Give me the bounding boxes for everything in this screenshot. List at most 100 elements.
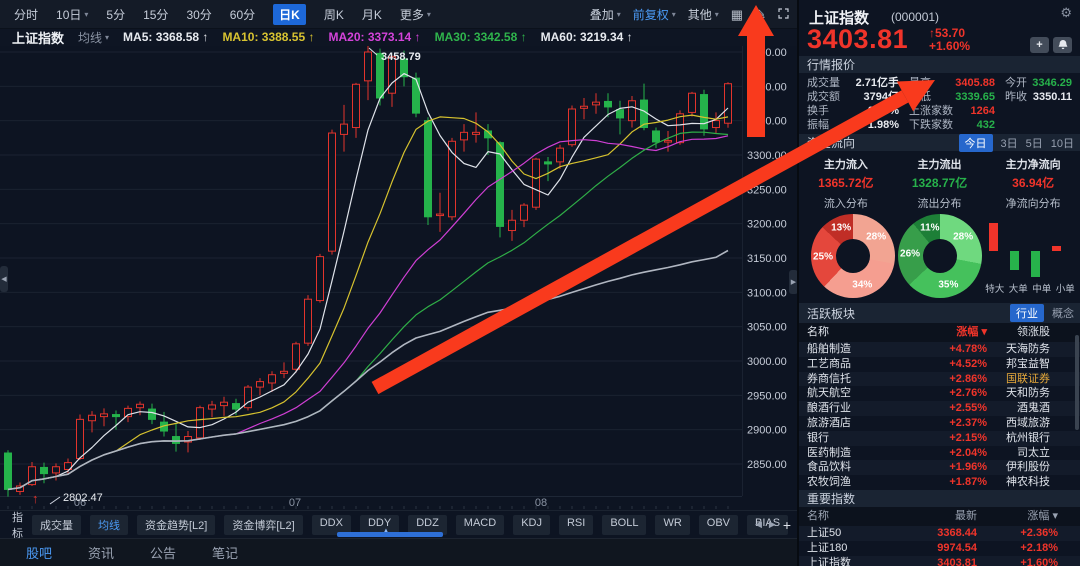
indicator-bar-right: ◀ ▶ +: [755, 517, 791, 533]
quote-label: 成交额: [807, 91, 840, 103]
quote-label: 今开: [1005, 77, 1027, 89]
quote-value: 3405.88: [955, 77, 995, 89]
sector-tabs: 行业 概念: [1010, 304, 1074, 322]
net-flow-bar: [1052, 246, 1061, 251]
net-flow-bar: [1031, 251, 1040, 277]
indicator-资金博弈[L2][interactable]: 资金博弈[L2]: [224, 514, 303, 535]
section-indices: 重要指数: [799, 489, 1080, 507]
quote-value: 2.71亿手: [855, 77, 899, 89]
collapse-left-handle[interactable]: ◀: [0, 266, 8, 292]
quote-value: 0.93%: [867, 105, 899, 117]
svg-text:3350.00: 3350.00: [747, 116, 787, 128]
net-flow-bar: [1010, 251, 1019, 270]
svg-text:3200.00: 3200.00: [747, 219, 787, 231]
scroll-right-icon[interactable]: ▶: [769, 519, 776, 530]
svg-text:3458.79: 3458.79: [381, 51, 421, 63]
distribution-labels: 流入分布 流出分布 净流向分布: [799, 191, 1080, 211]
net-flow-category: 特大: [985, 284, 1005, 295]
fund-flow-stats: 主力流入 1365.72亿 主力流出 1328.77亿 主力净流向 36.94亿: [799, 151, 1080, 191]
bell-icon: [1058, 39, 1067, 49]
index-row[interactable]: 上证指数 3403.81 +1.60%: [799, 555, 1080, 566]
svg-text:3450.00: 3450.00: [747, 47, 787, 59]
section-sectors: 活跃板块 行业 概念: [799, 303, 1080, 323]
indicator-RSI[interactable]: RSI: [558, 514, 594, 535]
quote-label: 振幅: [807, 119, 829, 131]
quote-value: 432: [976, 119, 995, 131]
flow-stat: 主力流入 1365.72亿: [818, 159, 874, 190]
quote-value: 3346.29: [1032, 77, 1072, 89]
add-indicator-button[interactable]: +: [783, 517, 791, 533]
alert-bell-button[interactable]: [1053, 37, 1072, 53]
sector-row[interactable]: 医药制造 +2.04% 司太立: [799, 446, 1080, 461]
flow-stat: 主力净流向 36.94亿: [1005, 159, 1061, 190]
flow-stat: 主力流出 1328.77亿: [911, 159, 968, 190]
sector-row[interactable]: 工艺商品 +4.52% 邦宝益智: [799, 357, 1080, 372]
scrollbar-handle-icon: ▲: [383, 528, 389, 534]
distribution-label: 流入分布: [823, 198, 868, 210]
net-flow-category: 中单: [1032, 284, 1052, 295]
quote-label: 换手: [807, 105, 829, 117]
tab-公告[interactable]: 公告: [146, 543, 180, 562]
donut-slice-label: 34%: [852, 279, 873, 291]
indicator-BOLL[interactable]: BOLL: [602, 514, 647, 535]
quote-label: 最高: [909, 77, 931, 89]
sector-row[interactable]: 银行 +2.15% 杭州银行: [799, 430, 1080, 446]
indicator-资金趋势[L2][interactable]: 资金趋势[L2]: [137, 514, 216, 535]
quote-label: 最低: [909, 91, 931, 103]
indicator-WR[interactable]: WR: [655, 514, 690, 535]
svg-text:3300.00: 3300.00: [747, 150, 787, 162]
index-row[interactable]: 上证50 3368.44 +2.36%: [799, 525, 1080, 541]
indicator-均线[interactable]: 均线: [90, 514, 128, 535]
donut-slice-label: 28%: [866, 231, 887, 243]
indicator-OBV[interactable]: OBV: [698, 514, 739, 535]
quote-grid: 成交量 2.71亿手 最高 3405.88 今开 3346.29 成交额 3794亿 最低 333…: [799, 73, 1080, 132]
indicator-MACD[interactable]: MACD: [455, 514, 505, 535]
distribution-label: 流出分布: [917, 198, 962, 210]
fund-flow-charts: 28% 34% 25% 13% 28% 35% 26% 11% 特大 大单 中单 小单: [799, 211, 1080, 303]
candlestick-chart[interactable]: 3450.00 3400.00 3350.00 3300.00 3250.00 3200.…: [0, 0, 797, 510]
quote-label: 下跌家数: [909, 119, 953, 131]
indices-table: 上证50 3368.44 +2.36% 上证180 9974.54 +2.18% 上证指数 3…: [799, 525, 1080, 566]
sector-tab-概念[interactable]: 概念: [1052, 305, 1074, 321]
gear-icon[interactable]: ⚙: [1060, 5, 1072, 21]
flow-tab-3日[interactable]: 3日: [1001, 135, 1018, 151]
quote-label: 成交量: [807, 77, 840, 89]
sector-row[interactable]: 航天航空 +2.76% 天和防务: [799, 386, 1080, 401]
donut-slice-label: 13%: [831, 222, 852, 234]
sector-row[interactable]: 船舶制造 +4.78% 天海防务: [799, 342, 1080, 357]
chart-scrollbar[interactable]: ▲: [337, 528, 443, 537]
indices-table-header: 名称 最新 涨幅 ▾: [799, 506, 1080, 526]
outflow-donut-chart: 28% 35% 26% 11%: [898, 214, 982, 298]
indicator-KDJ[interactable]: KDJ: [513, 514, 550, 535]
sector-row[interactable]: 农牧饲渔 +1.87% 神农科技: [799, 475, 1080, 490]
svg-text:2802.47: 2802.47: [63, 492, 103, 504]
sector-row[interactable]: 食品饮料 +1.96% 伊利股份: [799, 460, 1080, 476]
app-root: 分时 10日 ▾ 5分 15分 30分 60分 日K 周K 月K 更多 ▾ 叠加 ▾ 前复权 ▾ 其他 ▾ …: [0, 0, 1080, 566]
sector-row[interactable]: 酿酒行业 +2.55% 酒鬼酒: [799, 401, 1080, 416]
quote-value: 1264: [970, 105, 995, 117]
tab-笔记[interactable]: 笔记: [208, 543, 242, 562]
net-flow-bar-chart: [985, 214, 1075, 277]
tab-资讯[interactable]: 资讯: [84, 543, 118, 562]
indicator-成交量[interactable]: 成交量: [32, 514, 81, 535]
add-watchlist-button[interactable]: +: [1030, 37, 1049, 53]
tab-股吧[interactable]: 股吧: [22, 543, 56, 562]
bottom-tabs: 股吧 资讯 公告 笔记: [0, 538, 797, 566]
svg-text:3250.00: 3250.00: [747, 184, 787, 196]
quote-value: 3339.65: [955, 91, 995, 103]
section-fund-flow: 资金流向 今日 3日 5日 10日: [799, 133, 1080, 152]
net-flow-category: 小单: [1055, 284, 1075, 295]
flow-tab-10日[interactable]: 10日: [1051, 135, 1074, 151]
stock-change: ↑53.70 +1.60%: [929, 26, 971, 53]
flow-tab-今日[interactable]: 今日: [958, 133, 993, 152]
donut-slice-label: 35%: [938, 279, 959, 291]
flow-tab-5日[interactable]: 5日: [1026, 135, 1043, 151]
scroll-left-icon[interactable]: ◀: [755, 519, 762, 530]
index-row[interactable]: 上证180 9974.54 +2.18%: [799, 541, 1080, 556]
inflow-donut-chart: 28% 34% 25% 13%: [811, 214, 895, 298]
sector-row[interactable]: 旅游酒店 +2.37% 西域旅游: [799, 416, 1080, 431]
sector-tab-行业[interactable]: 行业: [1010, 304, 1044, 322]
panel-scrollbar[interactable]: [1075, 335, 1079, 430]
sector-row[interactable]: 券商信托 +2.86% 国联证券: [799, 371, 1080, 387]
net-flow-categories: 特大 大单 中单 小单: [983, 281, 1077, 295]
